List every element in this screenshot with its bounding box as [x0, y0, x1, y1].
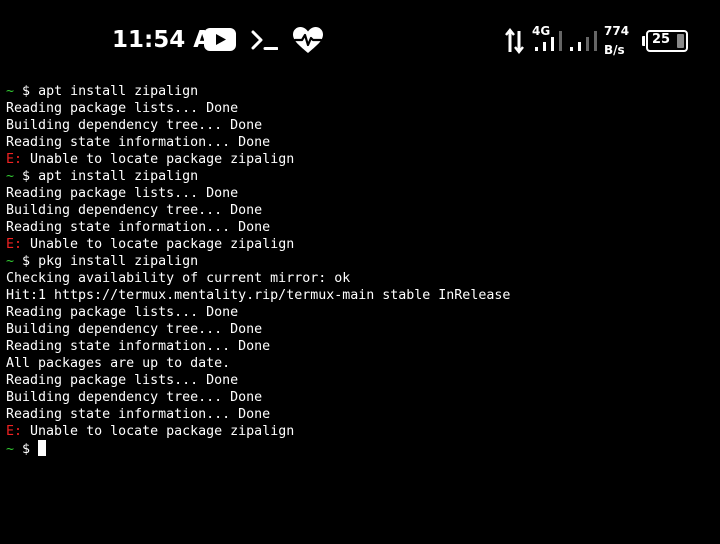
battery-level: 25 — [651, 32, 671, 47]
output-line: All packages are up to date. — [6, 355, 716, 372]
prompt-tilde: ~ — [6, 254, 15, 269]
line-text: Reading state information... Done — [6, 407, 271, 422]
prompt-line: ~ $ apt install zipalign — [6, 83, 716, 100]
output-line: Building dependency tree... Done — [6, 389, 716, 406]
output-line: Checking availability of current mirror:… — [6, 270, 716, 287]
youtube-icon — [204, 28, 236, 51]
error-line: E: Unable to locate package zipalign — [6, 236, 716, 253]
prompt-tilde: ~ — [6, 169, 15, 184]
output-line: Building dependency tree... Done — [6, 321, 716, 338]
command-text: apt install zipalign — [38, 84, 199, 99]
terminal-icon — [251, 30, 278, 50]
output-line: Building dependency tree... Done — [6, 117, 716, 134]
data-transfer-icon — [505, 28, 524, 54]
error-line: E: Unable to locate package zipalign — [6, 423, 716, 440]
status-bar: 11:54 AM 4G 774 B/s 25 — [0, 0, 720, 80]
line-text: Unable to locate package zipalign — [30, 152, 295, 167]
signal-strength-icon — [535, 31, 562, 51]
terminal-output[interactable]: ~ $ apt install zipalign Reading package … — [6, 83, 716, 457]
error-tag: E: — [6, 152, 23, 167]
network-speed-value: 774 — [604, 24, 630, 38]
line-text: Reading state information... Done — [6, 135, 271, 150]
battery-fill — [677, 34, 684, 48]
signal-strength-icon — [570, 31, 597, 51]
battery-icon: 25 — [642, 30, 688, 52]
terminal-cursor — [38, 440, 47, 456]
output-line: Reading state information... Done — [6, 219, 716, 236]
line-text: Unable to locate package zipalign — [30, 237, 295, 252]
command-text: apt install zipalign — [38, 169, 199, 184]
line-text: Reading package lists... Done — [6, 305, 239, 320]
output-line: Reading package lists... Done — [6, 372, 716, 389]
line-text: Reading package lists... Done — [6, 373, 239, 388]
error-tag: E: — [6, 237, 23, 252]
output-line: Building dependency tree... Done — [6, 202, 716, 219]
line-text: All packages are up to date. — [6, 356, 231, 371]
heart-rate-icon — [293, 27, 323, 53]
line-text: Reading state information... Done — [6, 339, 271, 354]
prompt-line: ~ $ pkg install zipalign — [6, 253, 716, 270]
output-line: Reading state information... Done — [6, 406, 716, 423]
line-text: Building dependency tree... Done — [6, 390, 263, 405]
network-speed-unit: B/s — [604, 43, 625, 57]
command-text: pkg install zipalign — [38, 254, 199, 269]
battery-tip — [642, 36, 645, 46]
prompt-dollar: $ — [22, 84, 31, 99]
output-line: Hit:1 https://termux.mentality.rip/termu… — [6, 287, 716, 304]
error-tag: E: — [6, 424, 23, 439]
prompt-line: ~ $ — [6, 440, 716, 457]
output-line: Reading state information... Done — [6, 338, 716, 355]
line-text: Reading state information... Done — [6, 220, 271, 235]
line-text: Reading package lists... Done — [6, 186, 239, 201]
prompt-dollar: $ — [22, 169, 31, 184]
line-text: Building dependency tree... Done — [6, 322, 263, 337]
prompt-tilde: ~ — [6, 442, 15, 457]
output-line: Reading package lists... Done — [6, 100, 716, 117]
prompt-line: ~ $ apt install zipalign — [6, 168, 716, 185]
prompt-dollar: $ — [22, 442, 31, 457]
prompt-dollar: $ — [22, 254, 31, 269]
output-line: Reading package lists... Done — [6, 304, 716, 321]
error-line: E: Unable to locate package zipalign — [6, 151, 716, 168]
output-line: Reading state information... Done — [6, 134, 716, 151]
line-text: Checking availability of current mirror:… — [6, 271, 351, 286]
line-text: Reading package lists... Done — [6, 101, 239, 116]
line-text: Building dependency tree... Done — [6, 118, 263, 133]
output-line: Reading package lists... Done — [6, 185, 716, 202]
line-text: Building dependency tree... Done — [6, 203, 263, 218]
line-text: Hit:1 https://termux.mentality.rip/termu… — [6, 288, 511, 303]
prompt-tilde: ~ — [6, 84, 15, 99]
line-text: Unable to locate package zipalign — [30, 424, 295, 439]
